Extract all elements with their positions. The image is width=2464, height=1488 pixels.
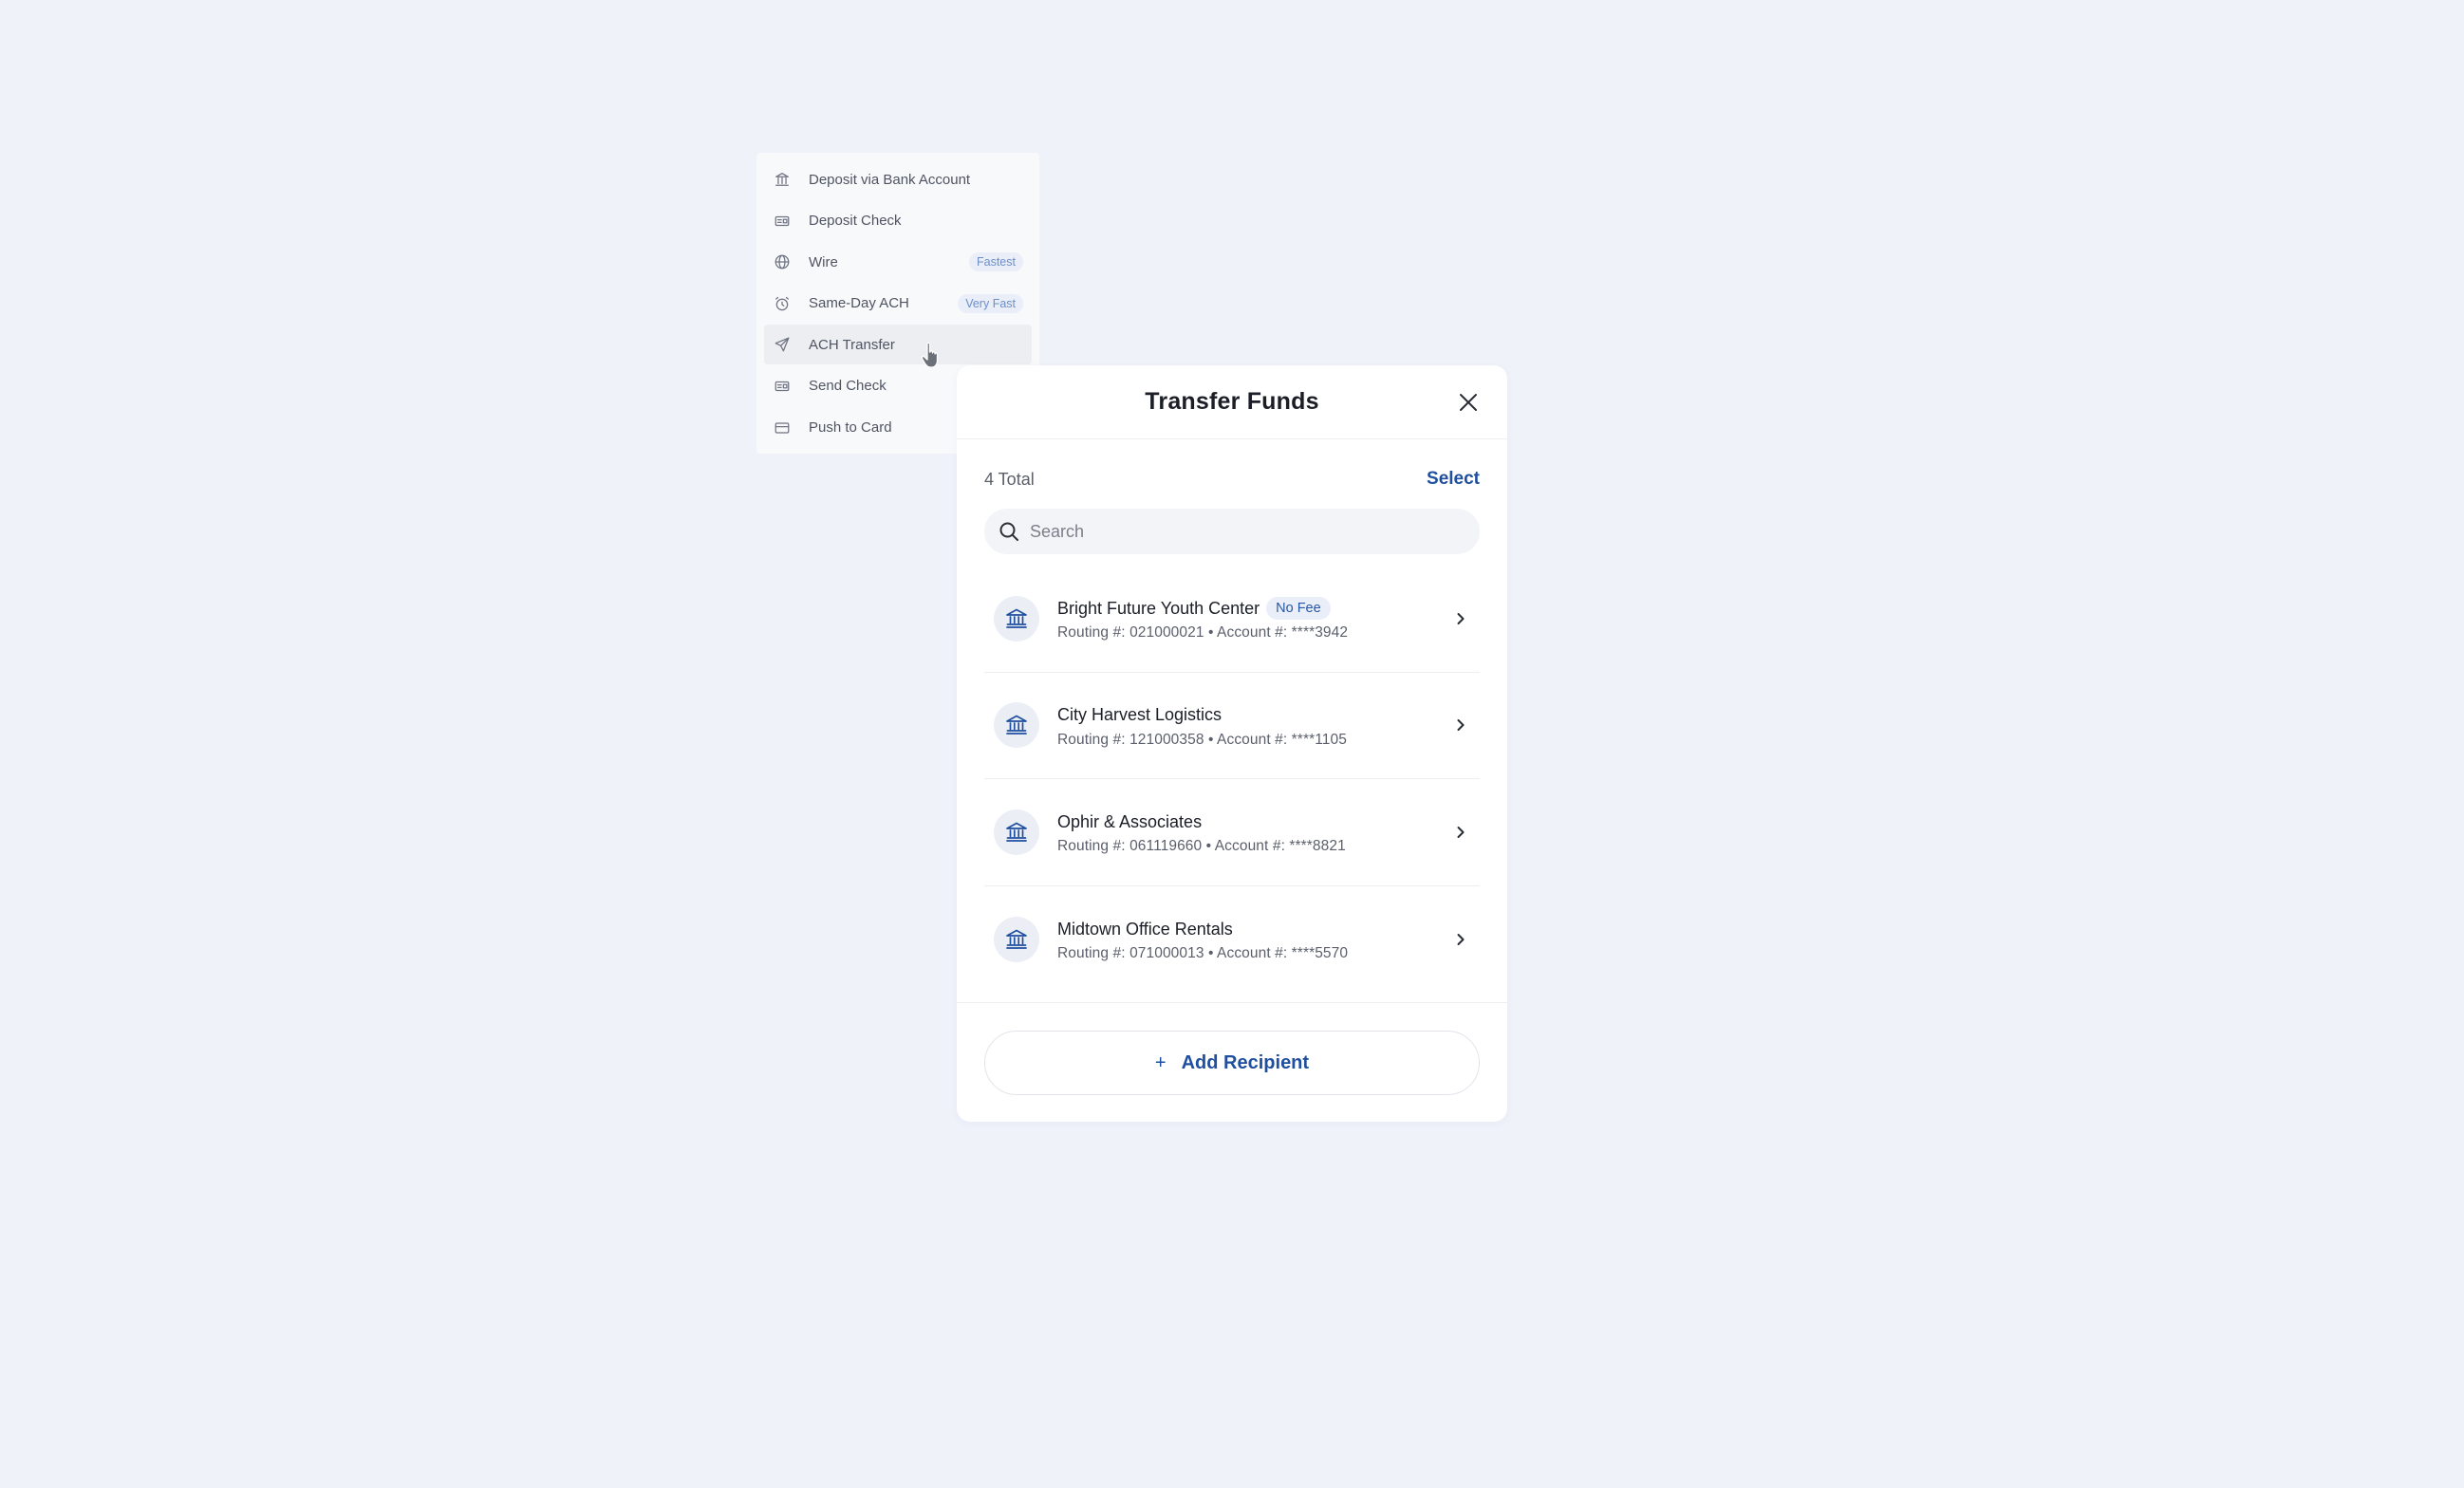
chevron-right-icon xyxy=(1451,930,1470,949)
transfer-funds-modal: Transfer Funds 4 Total Select Bright Fut… xyxy=(957,365,1507,1122)
select-button[interactable]: Select xyxy=(1427,469,1480,490)
recipient-account-details: Routing #: 061119660 • Account #: ****88… xyxy=(1057,838,1346,855)
bank-avatar xyxy=(994,702,1039,749)
chevron-right-icon xyxy=(1451,716,1470,735)
recipient-name: Bright Future Youth Center xyxy=(1057,598,1260,618)
close-icon xyxy=(1460,393,1477,411)
menu-item-label: Send Check xyxy=(809,378,887,395)
recipient-row[interactable]: Ophir & Associates Routing #: 061119660 … xyxy=(984,779,1480,886)
speed-badge: Very Fast xyxy=(958,293,1023,313)
recipient-info: City Harvest Logistics Routing #: 121000… xyxy=(1057,702,1451,749)
no-fee-badge: No Fee xyxy=(1266,597,1331,621)
chevron-right-icon xyxy=(1451,609,1470,628)
recipient-row[interactable]: Bright Future Youth Center No Fee Routin… xyxy=(984,566,1480,673)
bank-icon xyxy=(1006,608,1027,628)
modal-header: Transfer Funds xyxy=(957,365,1507,439)
search-box xyxy=(984,509,1480,554)
recipient-name: Ophir & Associates xyxy=(1057,811,1203,831)
modal-title: Transfer Funds xyxy=(1145,388,1319,415)
add-recipient-label: Add Recipient xyxy=(1181,1051,1310,1073)
recipient-info: Bright Future Youth Center No Fee Routin… xyxy=(1057,595,1451,642)
canvas: Deposit via Bank Account Deposit Check W… xyxy=(0,0,2464,1488)
check-icon xyxy=(773,212,792,231)
bank-icon xyxy=(1006,929,1027,949)
menu-item-label: Wire xyxy=(809,253,838,270)
bank-icon xyxy=(1006,822,1027,842)
plus-icon: + xyxy=(1154,1051,1167,1073)
recipient-row[interactable]: City Harvest Logistics Routing #: 121000… xyxy=(984,673,1480,779)
search-input[interactable] xyxy=(1030,521,1466,542)
paper-plane-icon xyxy=(773,335,792,354)
recipient-list: Bright Future Youth Center No Fee Routin… xyxy=(984,566,1480,993)
recipient-name: Midtown Office Rentals xyxy=(1057,919,1233,939)
menu-item-deposit-bank-account[interactable]: Deposit via Bank Account xyxy=(764,159,1032,199)
bank-avatar xyxy=(994,595,1039,642)
check-icon xyxy=(773,377,792,396)
search-icon xyxy=(999,522,1018,541)
speed-badge: Fastest xyxy=(969,252,1023,272)
bank-avatar xyxy=(994,809,1039,855)
total-count: 4 Total xyxy=(984,469,1035,489)
menu-item-ach-transfer[interactable]: ACH Transfer xyxy=(764,325,1032,369)
alarm-clock-icon xyxy=(773,294,792,313)
modal-footer: + Add Recipient xyxy=(957,1002,1507,1122)
menu-item-wire[interactable]: Wire Fastest xyxy=(764,242,1032,282)
bank-icon xyxy=(1006,715,1027,735)
close-button[interactable] xyxy=(1454,388,1483,417)
add-recipient-button[interactable]: + Add Recipient xyxy=(984,1031,1480,1095)
bank-avatar xyxy=(994,916,1039,962)
pointer-cursor-icon xyxy=(921,343,939,369)
recipient-info: Ophir & Associates Routing #: 061119660 … xyxy=(1057,809,1451,855)
globe-icon xyxy=(773,252,792,271)
chevron-right-icon xyxy=(1451,823,1470,842)
menu-item-label: Push to Card xyxy=(809,419,892,437)
recipient-account-details: Routing #: 121000358 • Account #: ****11… xyxy=(1057,731,1347,748)
menu-item-same-day-ach[interactable]: Same-Day ACH Very Fast xyxy=(764,284,1032,324)
menu-item-label: Deposit Check xyxy=(809,213,902,230)
menu-item-label: ACH Transfer xyxy=(809,336,895,353)
list-toolbar: 4 Total Select xyxy=(957,468,1507,491)
menu-item-label: Deposit via Bank Account xyxy=(809,171,971,188)
recipient-name: City Harvest Logistics xyxy=(1057,705,1223,725)
recipient-row[interactable]: Midtown Office Rentals Routing #: 071000… xyxy=(984,886,1480,994)
menu-item-label: Same-Day ACH xyxy=(809,295,909,312)
recipient-account-details: Routing #: 071000013 • Account #: ****55… xyxy=(1057,945,1349,962)
recipient-info: Midtown Office Rentals Routing #: 071000… xyxy=(1057,916,1451,962)
menu-item-deposit-check[interactable]: Deposit Check xyxy=(764,201,1032,241)
credit-card-icon xyxy=(773,418,792,437)
bank-icon xyxy=(773,170,792,189)
recipient-account-details: Routing #: 021000021 • Account #: ****39… xyxy=(1057,624,1349,642)
